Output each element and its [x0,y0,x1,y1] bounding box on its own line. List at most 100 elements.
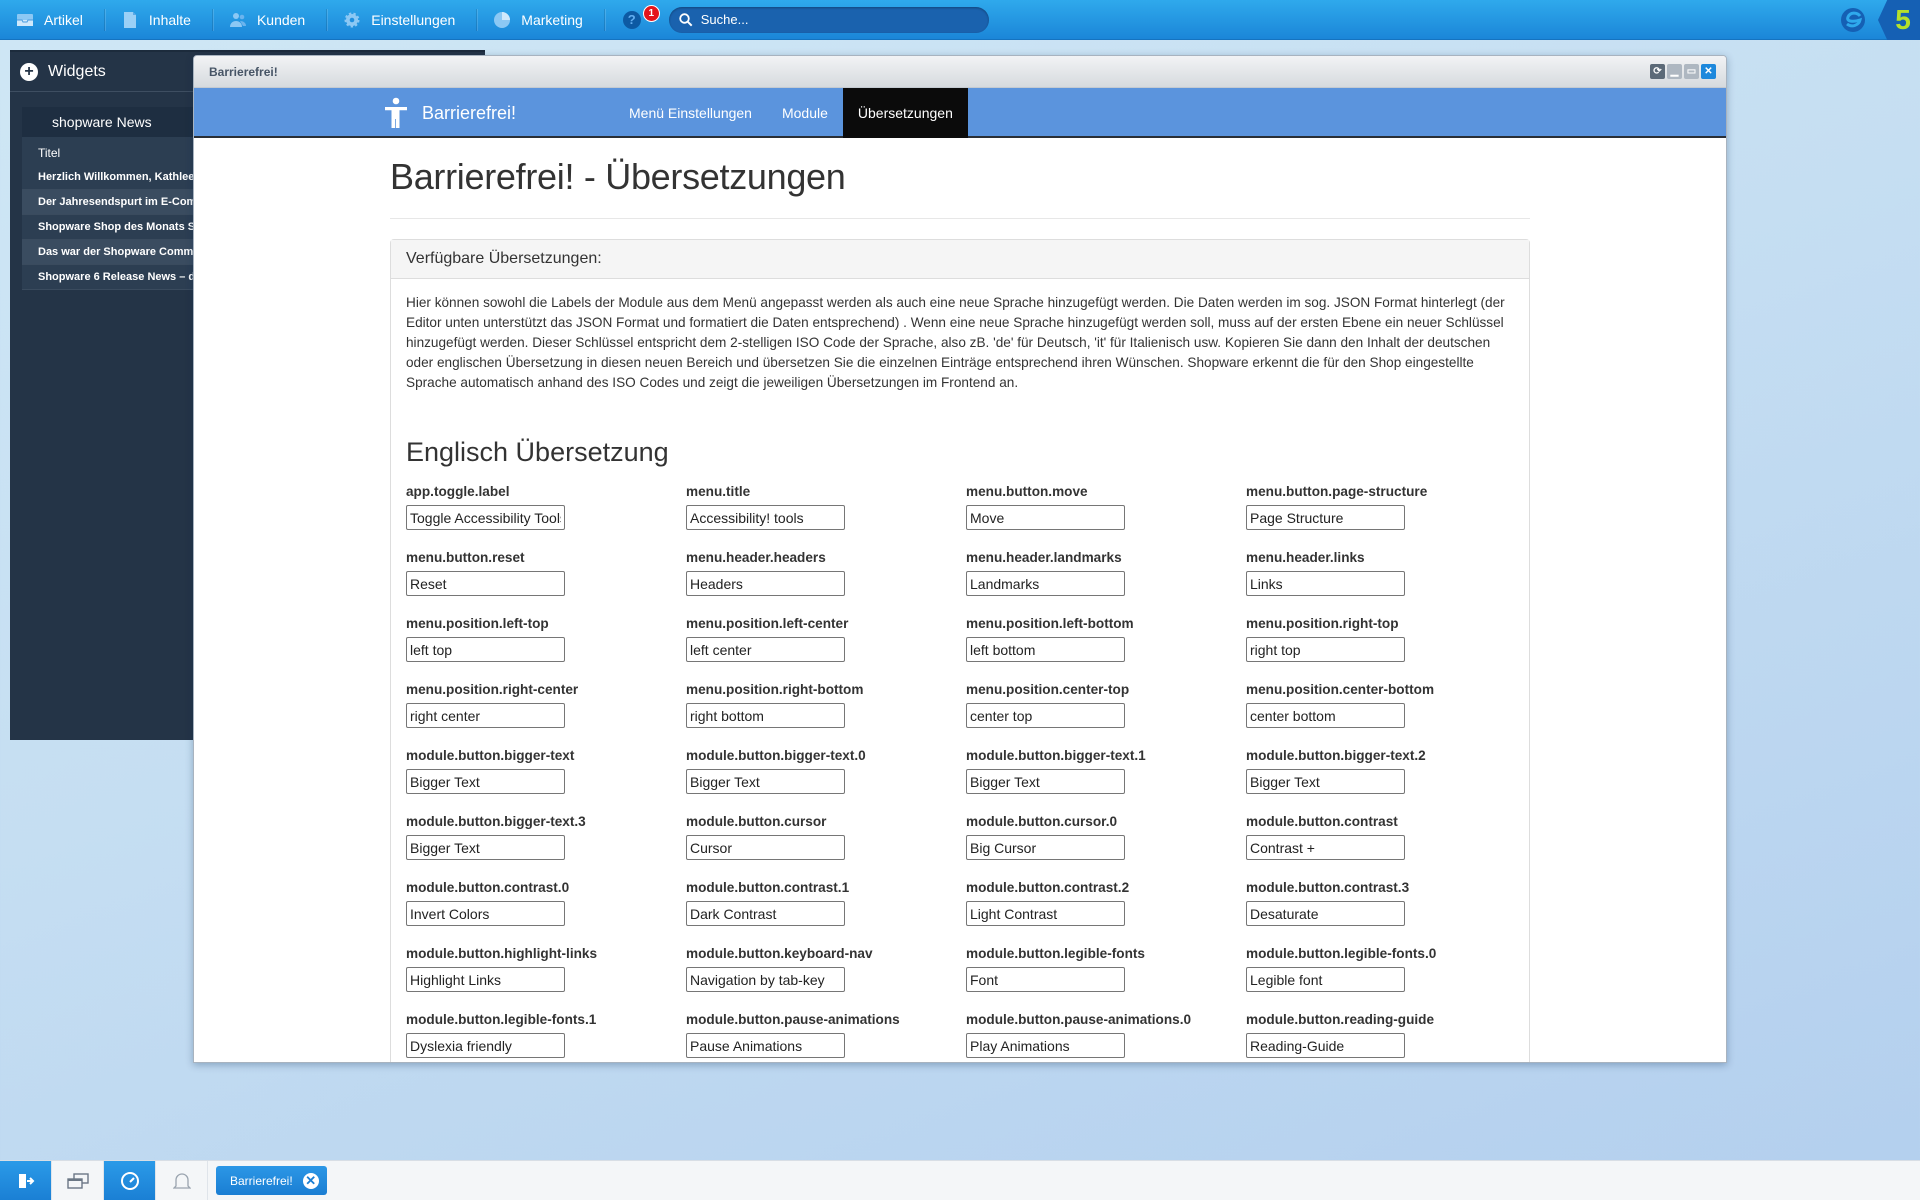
translation-key-label: menu.header.links [1246,550,1365,565]
nav-item-artikel[interactable]: Artikel [0,0,105,40]
translation-value-input[interactable] [1246,967,1405,992]
translation-value-input[interactable] [406,571,565,596]
dashboard-button[interactable] [104,1160,156,1200]
windows-button[interactable] [52,1160,104,1200]
shopware-logo-icon [1841,8,1865,32]
translation-field: module.button.contrast.1 [686,878,966,944]
translation-field: menu.position.center-top [966,680,1246,746]
translation-field: module.button.bigger-text.3 [406,812,686,878]
maximize-icon[interactable]: ▭ [1684,64,1699,79]
nav-item-inhalte[interactable]: Inhalte [105,0,214,40]
translation-value-input[interactable] [686,835,845,860]
close-task-icon[interactable]: ✕ [302,1172,319,1189]
translation-value-input[interactable] [686,703,845,728]
translation-value-input[interactable] [406,901,565,926]
translation-value-input[interactable] [406,703,565,728]
translation-value-input[interactable] [1246,505,1405,530]
logout-button[interactable] [0,1160,52,1200]
translation-value-input[interactable] [1246,571,1405,596]
translation-value-input[interactable] [686,571,845,596]
nav-label: Einstellungen [371,11,456,28]
translation-value-input[interactable] [406,1033,565,1058]
translation-value-input[interactable] [686,967,845,992]
nav-label: Artikel [44,11,83,28]
nav-item-marketing[interactable]: Marketing [477,0,606,40]
search-input[interactable] [700,12,971,27]
notifications-button[interactable] [156,1160,208,1200]
translation-value-input[interactable] [966,571,1125,596]
close-icon[interactable]: ✕ [1701,64,1716,79]
refresh-icon[interactable]: ⟳ [1650,64,1665,79]
task-label: Barrierefrei! [230,1173,293,1188]
content-area[interactable]: Barrierefrei! - Übersetzungen Verfügbare… [194,140,1726,1062]
translation-value-input[interactable] [1246,901,1405,926]
translation-value-input[interactable] [686,901,845,926]
translation-key-label: app.toggle.label [406,484,510,499]
translation-value-input[interactable] [406,769,565,794]
translation-value-input[interactable] [1246,637,1405,662]
translation-field: module.button.cursor.0 [966,812,1246,878]
translation-field: module.button.bigger-text.0 [686,746,966,812]
translation-value-input[interactable] [686,769,845,794]
tab-module[interactable]: Module [767,88,843,138]
translation-field: module.button.contrast.0 [406,878,686,944]
divider [390,218,1530,219]
translation-value-input[interactable] [966,703,1125,728]
nav-item-kunden[interactable]: Kunden [213,0,328,40]
search-icon [679,12,693,26]
translation-value-input[interactable] [966,505,1125,530]
translation-value-input[interactable] [966,835,1125,860]
translation-value-input[interactable] [406,967,565,992]
search-box[interactable] [668,6,989,33]
window-titlebar[interactable]: Barrierefrei! ⟳ ▁ ▭ ✕ [194,56,1726,88]
nav-item-einstellungen[interactable]: Einstellungen [327,0,478,40]
translation-value-input[interactable] [966,769,1125,794]
translation-value-input[interactable] [686,505,845,530]
translation-field: app.toggle.label [406,482,686,548]
help-button[interactable]: ? 1 [622,0,663,40]
translation-key-label: module.button.contrast.1 [686,880,850,895]
translation-key-label: menu.position.right-center [406,682,579,697]
translation-value-input[interactable] [1246,703,1405,728]
translation-value-input[interactable] [966,637,1125,662]
translation-key-label: module.button.cursor.0 [966,814,1118,829]
tab-uebersetzungen[interactable]: Übersetzungen [842,88,968,138]
translation-value-input[interactable] [966,1033,1125,1058]
translation-value-input[interactable] [1246,769,1405,794]
app-brand[interactable]: Barrierefrei! [384,88,516,138]
translation-key-label: module.button.legible-fonts [966,946,1145,961]
translation-value-input[interactable] [966,901,1125,926]
translation-value-input[interactable] [406,637,565,662]
translation-field: menu.position.left-top [406,614,686,680]
tab-menu-einstellungen[interactable]: Menü Einstellungen [614,88,767,138]
translation-value-input[interactable] [406,835,565,860]
translation-key-label: menu.button.move [966,484,1088,499]
document-icon [123,11,136,28]
minimize-icon[interactable]: ▁ [1667,64,1682,79]
nav-label: Kunden [256,11,306,28]
translation-key-label: menu.position.center-top [966,682,1130,697]
add-widget-icon[interactable]: + [20,62,38,81]
help-icon: ? [622,10,641,29]
notification-badge[interactable]: 1 [642,4,660,22]
translation-field: menu.header.landmarks [966,548,1246,614]
translation-value-input[interactable] [1246,835,1405,860]
translation-value-input[interactable] [406,505,565,530]
translation-field: module.button.legible-fonts [966,944,1246,1010]
translation-field: menu.position.center-bottom [1246,680,1526,746]
translation-value-input[interactable] [1246,1033,1405,1058]
plugin-window: Barrierefrei! ⟳ ▁ ▭ ✕ Barrierefrei! Menü… [193,55,1727,1063]
translation-value-input[interactable] [686,1033,845,1058]
translation-value-input[interactable] [966,967,1125,992]
translation-value-input[interactable] [686,637,845,662]
translation-key-label: module.button.contrast [1246,814,1398,829]
open-task-barrierefrei[interactable]: Barrierefrei! ✕ [216,1166,327,1195]
translation-field: menu.button.reset [406,548,686,614]
translation-field: menu.position.left-center [686,614,966,680]
translation-field: menu.button.move [966,482,1246,548]
translation-key-label: menu.position.center-bottom [1246,682,1435,697]
page-title: Barrierefrei! - Übersetzungen [390,156,846,197]
taskbar: Barrierefrei! ✕ [0,1160,1920,1200]
nav-label: Marketing [521,11,583,28]
pie-chart-icon [494,11,511,28]
